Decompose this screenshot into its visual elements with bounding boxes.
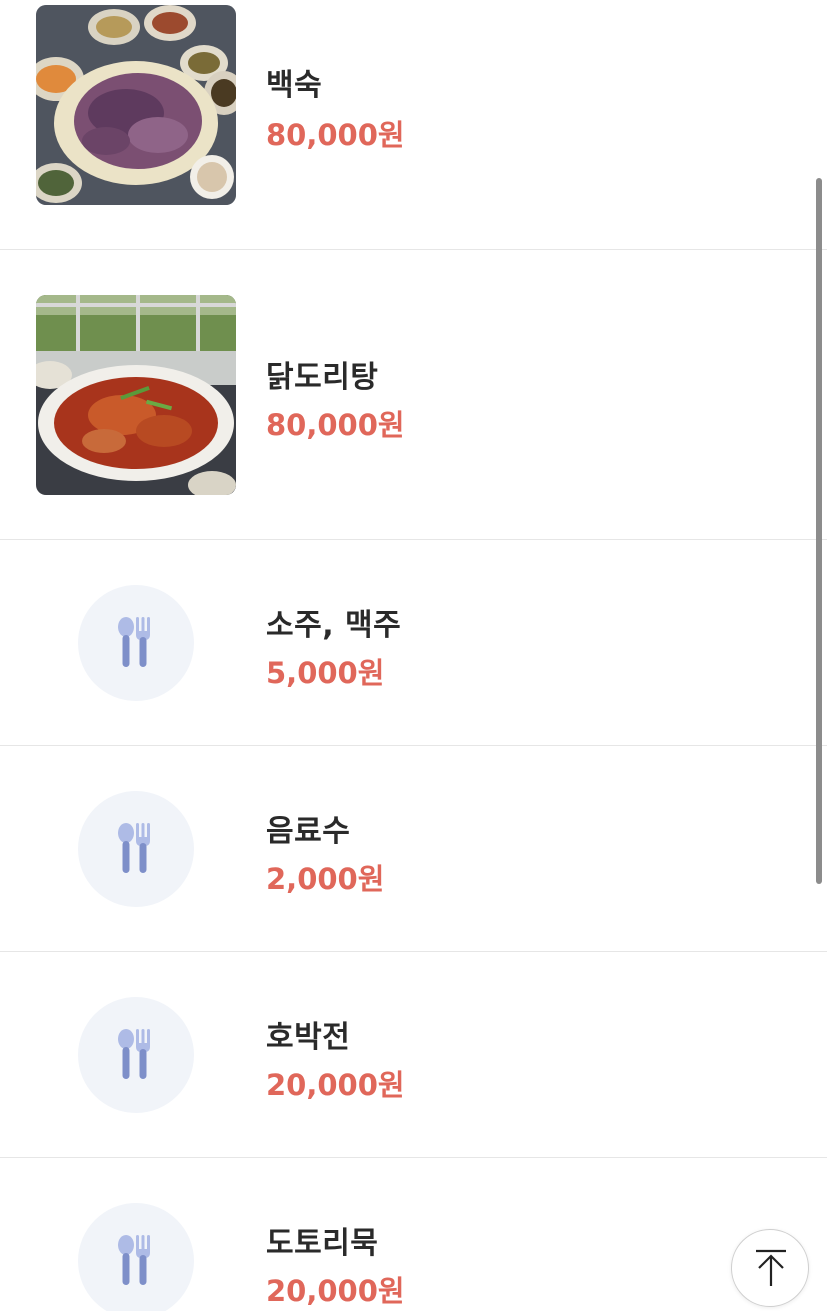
menu-item[interactable]: 소주, 맥주 5,000원 [0,540,827,746]
menu-image-placeholder [78,1203,194,1311]
menu-item-name: 음료수 [266,814,351,849]
menu-item[interactable]: 음료수 2,000원 [0,746,827,952]
menu-item-name: 호박전 [266,1020,351,1055]
menu-item-price: 80,000원 [266,408,405,442]
menu-item-price: 20,000원 [266,1068,405,1102]
arrow-up-icon [756,1249,786,1286]
utensils-icon [118,823,150,873]
menu-image-placeholder [78,997,194,1113]
menu-image-placeholder [78,791,194,907]
menu-item-name: 도토리묵 [266,1226,379,1261]
menu-item-price: 20,000원 [266,1274,405,1308]
menu-item-price: 80,000원 [266,118,405,152]
menu-item[interactable]: 호박전 20,000원 [0,952,827,1158]
menu-item-name: 닭도리탕 [266,360,379,395]
utensils-icon [118,1029,150,1079]
menu-item-price: 2,000원 [266,862,385,896]
menu-page: 백숙 80,000원 닭도리탕 80,000원 소주, 맥주 5,000원 음료… [0,0,827,1311]
utensils-icon [118,1235,150,1285]
menu-item-name: 소주, 맥주 [266,608,402,643]
menu-photo-baeksuk [36,5,236,205]
menu-photo-dakdoritang [36,295,236,495]
scrollbar[interactable] [816,178,822,884]
menu-item-name: 백숙 [266,68,323,103]
menu-item[interactable]: 백숙 80,000원 [0,0,827,250]
scroll-to-top-button[interactable] [731,1229,809,1307]
menu-item[interactable]: 닭도리탕 80,000원 [0,250,827,540]
menu-item-price: 5,000원 [266,656,385,690]
menu-item[interactable]: 도토리묵 20,000원 [0,1158,827,1311]
utensils-icon [118,617,150,667]
menu-image-placeholder [78,585,194,701]
